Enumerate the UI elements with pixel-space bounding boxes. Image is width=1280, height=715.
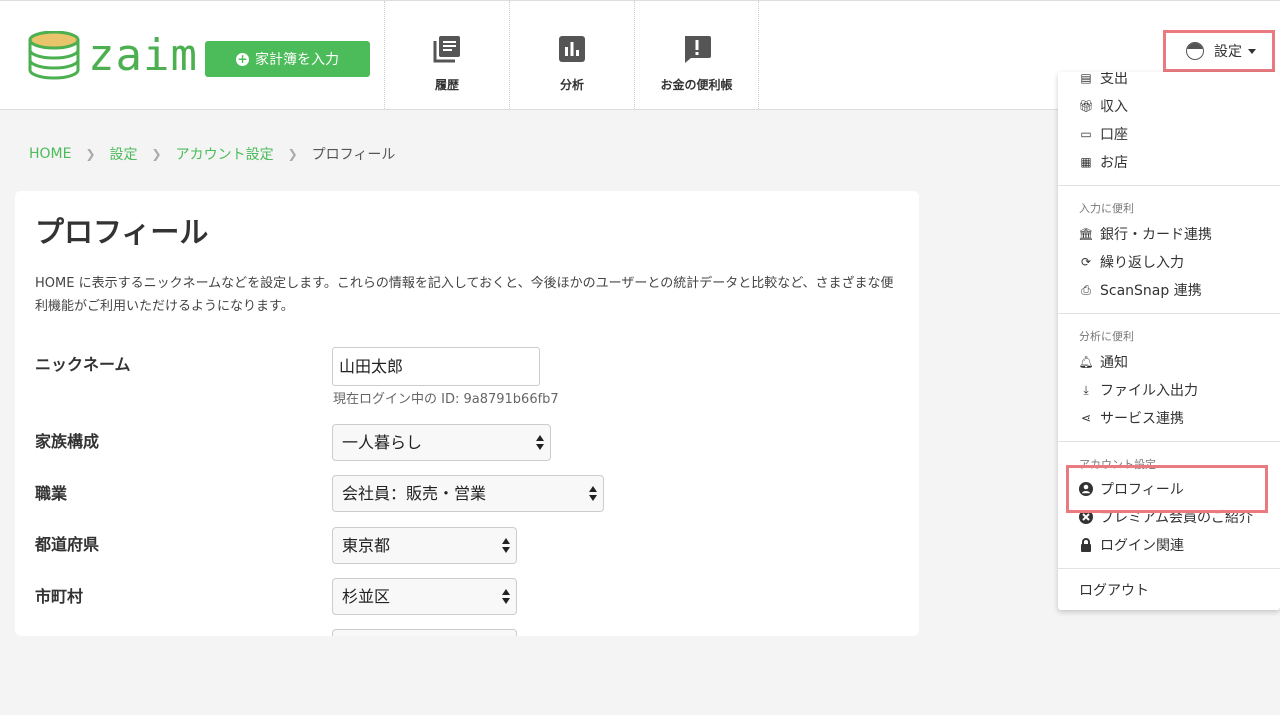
city-select[interactable]: 杉並区 xyxy=(332,578,517,615)
menu-item-expense[interactable]: ▤ 支出 xyxy=(1079,72,1128,88)
menu-item-file-io[interactable]: ⤓ ファイル入出力 xyxy=(1079,380,1198,400)
menu-item-store[interactable]: ▦ お店 xyxy=(1079,152,1128,172)
menu-divider xyxy=(1058,441,1280,442)
plus-circle-icon: + xyxy=(236,51,249,66)
breadcrumb: HOME ❯ 設定 ❯ アカウント設定 ❯ プロフィール xyxy=(29,144,395,164)
chevron-right-icon: ❯ xyxy=(151,147,162,161)
prefecture-select[interactable]: 東京都 xyxy=(332,527,517,564)
menu-item-label: サービス連携 xyxy=(1100,411,1184,427)
bank-icon: 🏛︎ xyxy=(1078,227,1094,241)
menu-section-analysis: 分析に便利 xyxy=(1079,330,1134,343)
nav-analysis-label: 分析 xyxy=(559,78,584,92)
profile-card: プロフィール HOME に表示するニックネームなどを設定します。これらの情報を記… xyxy=(15,191,919,636)
breadcrumb-settings[interactable]: 設定 xyxy=(110,144,138,164)
history-book-icon xyxy=(432,34,462,64)
menu-divider xyxy=(1058,568,1280,569)
menu-item-income[interactable]: 🎁︎ 収入 xyxy=(1078,96,1128,116)
job-select[interactable]: 会社員：販売・営業 xyxy=(332,475,604,512)
menu-item-repeat[interactable]: ⟳ 繰り返し入力 xyxy=(1079,252,1184,272)
family-select[interactable]: 一人暮らし xyxy=(332,424,551,461)
menu-item-label: ScanSnap 連携 xyxy=(1100,283,1202,299)
settings-dropdown-menu: ▤ 支出 🎁︎ 収入 ▭ 口座 ▦ お店 入力に便利 🏛︎ 銀行・カード連携 ⟳… xyxy=(1058,72,1280,610)
menu-item-label: ログアウト xyxy=(1079,583,1149,599)
nav-money-guide[interactable]: お金の便利帳 xyxy=(634,1,759,109)
bell-icon: 🔔︎ xyxy=(1078,355,1094,369)
breadcrumb-home[interactable]: HOME xyxy=(29,146,71,162)
input-button-label: 家計簿を入力 xyxy=(255,52,339,68)
settings-menu-button[interactable]: 設定 xyxy=(1163,30,1275,72)
login-id-hint: 現在ログイン中の ID: 9a8791b66fb7 xyxy=(333,392,559,407)
coin-stack-icon xyxy=(28,30,80,81)
menu-divider xyxy=(1058,185,1280,186)
menu-item-service-link[interactable]: ⋖ サービス連携 xyxy=(1079,408,1184,428)
exclamation-chat-icon xyxy=(682,34,712,64)
chevron-right-icon: ❯ xyxy=(287,147,298,161)
menu-item-label: 支出 xyxy=(1100,72,1128,87)
lock-icon xyxy=(1079,538,1093,552)
menu-item-login[interactable]: ログイン関連 xyxy=(1079,535,1184,555)
zaim-logo[interactable]: zaim xyxy=(28,30,198,81)
nav-analysis[interactable]: 分析 xyxy=(509,1,634,109)
job-label: 職業 xyxy=(35,484,68,503)
input-household-button[interactable]: + 家計簿を入力 xyxy=(205,41,370,77)
download-icon: ⤓ xyxy=(1083,382,1089,397)
profile-description: HOME に表示するニックネームなどを設定します。これらの情報を記入しておくと、… xyxy=(35,276,894,314)
credit-card-icon: ▭ xyxy=(1080,127,1092,141)
menu-item-label: 通知 xyxy=(1100,355,1128,371)
menu-item-label: 繰り返し入力 xyxy=(1100,255,1184,271)
page-title: プロフィール xyxy=(35,215,209,249)
logo-text: zaim xyxy=(88,30,198,81)
caret-down-icon xyxy=(1248,48,1256,54)
nav-money-guide-label: お金の便利帳 xyxy=(660,78,733,92)
main-nav: 履歴 分析 お金の便利帳 xyxy=(384,1,759,109)
avatar xyxy=(1186,42,1204,60)
nav-history-label: 履歴 xyxy=(434,78,459,92)
share-icon: ⋖ xyxy=(1080,411,1092,425)
menu-item-label: 口座 xyxy=(1100,127,1128,143)
menu-divider xyxy=(1058,313,1280,314)
repeat-icon: ⟳ xyxy=(1080,255,1092,269)
menu-item-notification[interactable]: 🔔︎ 通知 xyxy=(1078,352,1128,372)
menu-item-bank-link[interactable]: 🏛︎ 銀行・カード連携 xyxy=(1078,224,1212,244)
profile-highlight-box xyxy=(1066,465,1268,513)
prefecture-label: 都道府県 xyxy=(35,535,100,554)
menu-item-label: 収入 xyxy=(1100,99,1128,115)
menu-section-input: 入力に便利 xyxy=(1079,202,1134,215)
city-label: 市町村 xyxy=(35,587,84,606)
income-gift-icon: 🎁︎ xyxy=(1078,99,1094,113)
printer-icon: ⎙ xyxy=(1081,282,1091,297)
menu-item-scansnap[interactable]: ⎙ ScanSnap 連携 xyxy=(1079,280,1202,300)
store-icon: ▦ xyxy=(1080,155,1092,169)
menu-item-label: ログイン関連 xyxy=(1100,538,1184,554)
next-select-partial[interactable] xyxy=(332,629,517,636)
menu-item-label: ファイル入出力 xyxy=(1100,383,1198,399)
menu-item-label: 銀行・カード連携 xyxy=(1100,227,1212,243)
settings-label: 設定 xyxy=(1214,44,1242,60)
family-label: 家族構成 xyxy=(35,432,100,451)
bar-chart-icon xyxy=(557,34,587,64)
menu-item-account[interactable]: ▭ 口座 xyxy=(1079,124,1128,144)
menu-item-label: お店 xyxy=(1100,155,1128,171)
breadcrumb-current: プロフィール xyxy=(311,147,396,163)
chevron-right-icon: ❯ xyxy=(85,147,96,161)
menu-item-logout[interactable]: ログアウト xyxy=(1079,580,1149,600)
nickname-label: ニックネーム xyxy=(35,355,131,374)
expense-icon: ▤ xyxy=(1080,72,1092,85)
nickname-input[interactable]: 山田太郎 xyxy=(332,347,540,386)
nav-history[interactable]: 履歴 xyxy=(384,1,509,109)
breadcrumb-account-settings[interactable]: アカウント設定 xyxy=(176,144,274,164)
